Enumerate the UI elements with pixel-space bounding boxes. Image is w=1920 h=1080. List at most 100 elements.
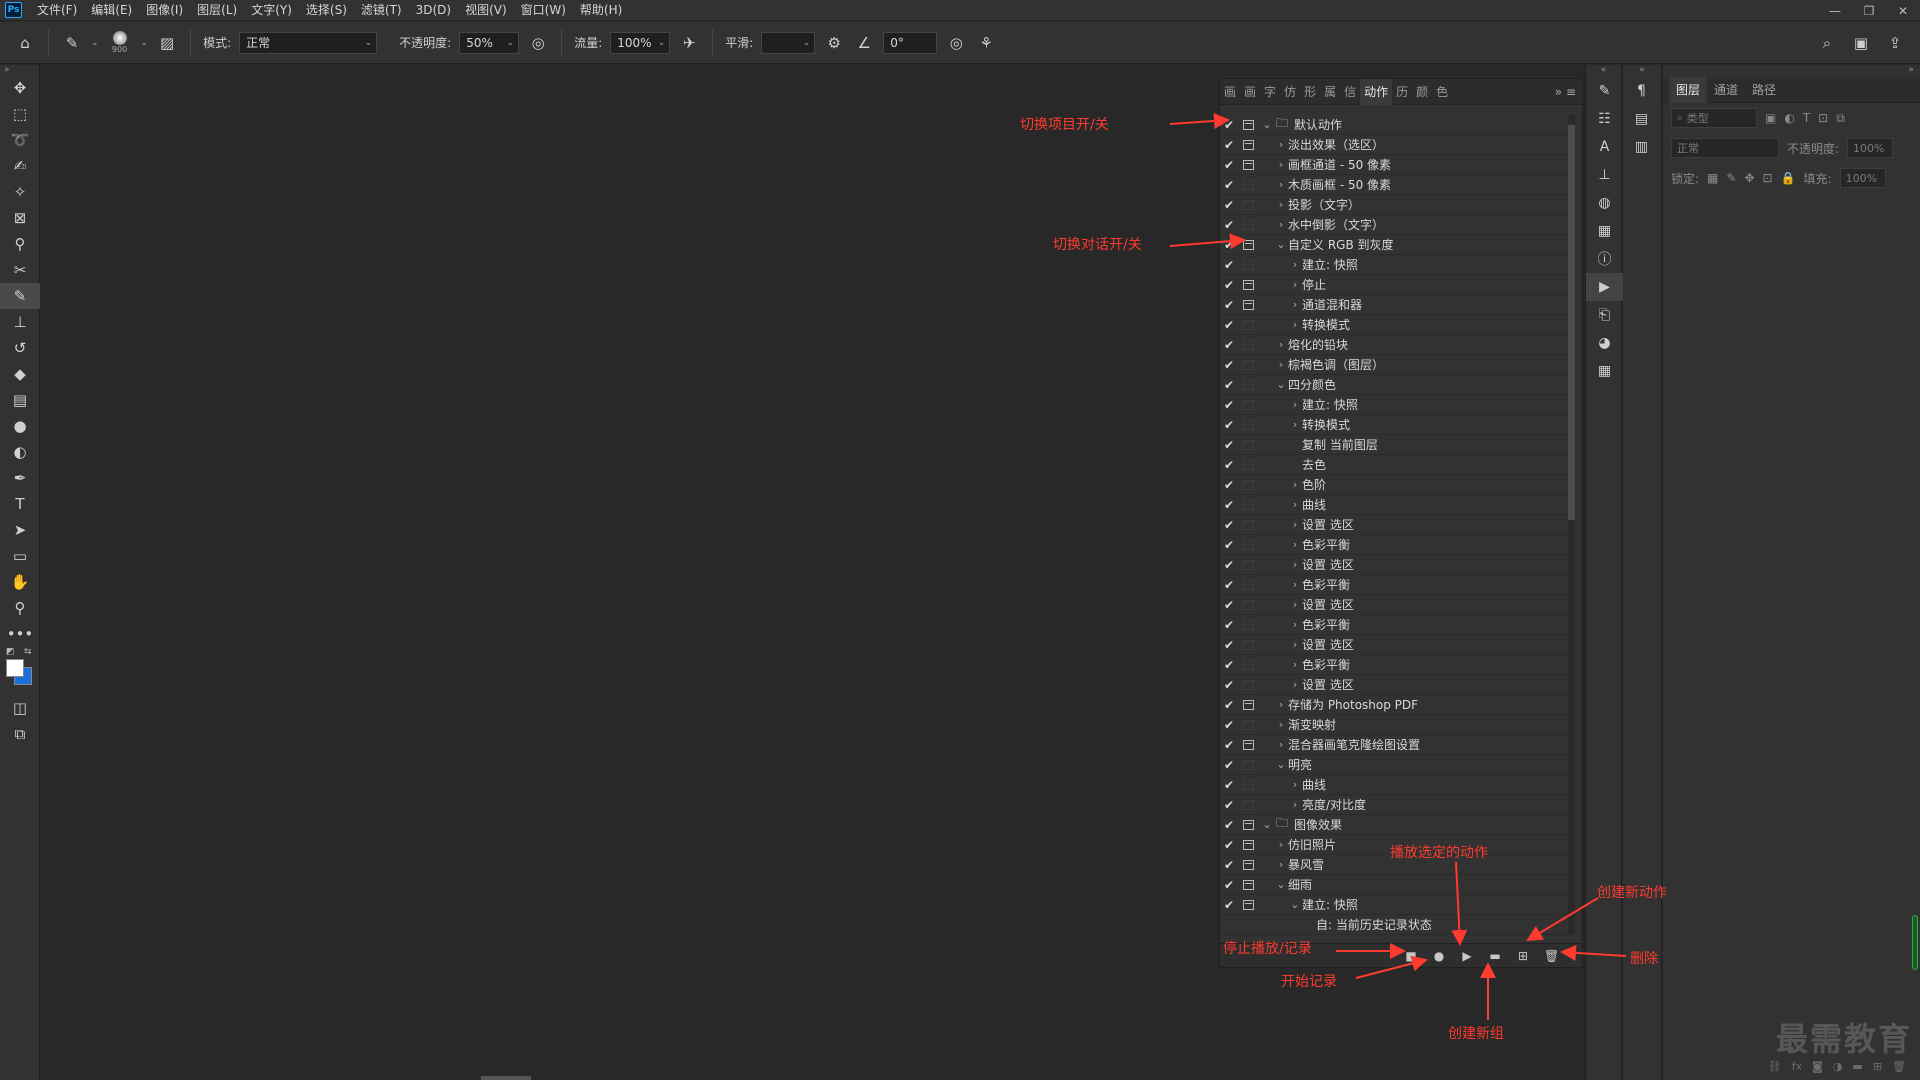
panel-tab-9[interactable]: 颜 xyxy=(1412,79,1432,105)
character-panel-icon[interactable]: A xyxy=(1586,133,1623,161)
toggle-dialog-checkbox[interactable] xyxy=(1238,199,1258,210)
panel-tab-4[interactable]: 形 xyxy=(1300,79,1320,105)
menu-item-2[interactable]: 图像(I) xyxy=(139,0,190,21)
action-row[interactable]: ✔ ⌄ 细雨 xyxy=(1220,875,1570,895)
chevron-right-icon[interactable]: › xyxy=(1288,638,1302,651)
chevron-right-icon[interactable]: › xyxy=(1288,618,1302,631)
new-group-icon[interactable]: ▬ xyxy=(1852,1060,1862,1073)
toggle-item-checkbox[interactable]: ✔ xyxy=(1220,818,1238,832)
action-row[interactable]: ✔ › 色彩平衡 xyxy=(1220,615,1570,635)
toggle-item-checkbox[interactable]: ✔ xyxy=(1220,718,1238,732)
panel-tab-7[interactable]: 动作 xyxy=(1360,78,1393,105)
action-row[interactable]: ✔ ⌄ 🗀 图像效果 xyxy=(1220,815,1570,835)
pen-tool-icon[interactable]: ✒ xyxy=(0,465,40,491)
toggle-item-checkbox[interactable]: ✔ xyxy=(1220,698,1238,712)
foreground-color-swatch[interactable] xyxy=(6,659,24,677)
brush-settings-icon[interactable]: ▨ xyxy=(156,32,178,54)
quick-mask-icon[interactable]: ◫ xyxy=(0,695,40,721)
chevron-right-icon[interactable]: › xyxy=(1288,318,1302,331)
path-select-tool-icon[interactable]: ➤ xyxy=(0,517,40,543)
chevron-right-icon[interactable]: › xyxy=(1274,858,1288,871)
notes-panel-icon[interactable]: ▥ xyxy=(1623,133,1660,161)
toggle-item-checkbox[interactable]: ✔ xyxy=(1220,538,1238,552)
menu-item-0[interactable]: 文件(F) xyxy=(30,0,84,21)
toggle-dialog-checkbox[interactable] xyxy=(1238,459,1258,470)
chevron-right-icon[interactable]: › xyxy=(1288,398,1302,411)
hand-tool-icon[interactable]: ✋ xyxy=(0,569,40,595)
toggle-item-checkbox[interactable]: ✔ xyxy=(1220,618,1238,632)
toggle-item-checkbox[interactable]: ✔ xyxy=(1220,138,1238,152)
toggle-dialog-checkbox[interactable] xyxy=(1238,699,1258,710)
toggle-item-checkbox[interactable]: ✔ xyxy=(1220,498,1238,512)
toggle-item-checkbox[interactable]: ✔ xyxy=(1220,318,1238,332)
toggle-dialog-checkbox[interactable] xyxy=(1238,119,1258,130)
toggle-item-checkbox[interactable]: ✔ xyxy=(1220,298,1238,312)
chevron-down-icon[interactable]: ⌄ xyxy=(1274,878,1288,891)
toggle-item-checkbox[interactable]: ✔ xyxy=(1220,678,1238,692)
blur-tool-icon[interactable]: ● xyxy=(0,413,40,439)
shape-panel-icon[interactable]: ◍ xyxy=(1586,189,1623,217)
toggle-dialog-checkbox[interactable] xyxy=(1238,579,1258,590)
chevron-down-icon[interactable]: ⌄ xyxy=(1274,378,1288,391)
workspace-icon[interactable]: ▣ xyxy=(1850,32,1872,54)
toggle-item-checkbox[interactable]: ✔ xyxy=(1220,378,1238,392)
toggle-item-checkbox[interactable]: ✔ xyxy=(1220,878,1238,892)
action-row[interactable]: ✔ › 水中倒影（文字） xyxy=(1220,215,1570,235)
menu-item-10[interactable]: 帮助(H) xyxy=(573,0,629,21)
toggle-dialog-checkbox[interactable] xyxy=(1238,619,1258,630)
action-row[interactable]: ✔ › 投影（文字） xyxy=(1220,195,1570,215)
create-action-button[interactable]: ⊞ xyxy=(1516,949,1530,963)
filter-shape-icon[interactable]: ⊡ xyxy=(1818,111,1828,125)
zoom-tool-icon[interactable]: ⚲ xyxy=(0,595,40,621)
gradient-tool-icon[interactable]: ▤ xyxy=(0,387,40,413)
gear-icon[interactable]: ⚙ xyxy=(823,32,845,54)
action-row[interactable]: ✔ 复制 当前图层 xyxy=(1220,435,1570,455)
menu-item-9[interactable]: 窗口(W) xyxy=(514,0,573,21)
toggle-item-checkbox[interactable]: ✔ xyxy=(1220,338,1238,352)
action-row[interactable]: ✔ ⌄ 四分颜色 xyxy=(1220,375,1570,395)
swatches-panel-icon[interactable]: ▦ xyxy=(1586,357,1623,385)
panel-tab-3[interactable]: 仿 xyxy=(1280,79,1300,105)
pressure-size-icon[interactable]: ◎ xyxy=(945,32,967,54)
action-row[interactable]: ✔ ⌄ 明亮 xyxy=(1220,755,1570,775)
info-panel-icon[interactable]: ⓘ xyxy=(1586,245,1623,273)
toggle-dialog-checkbox[interactable] xyxy=(1238,379,1258,390)
toggle-dialog-checkbox[interactable] xyxy=(1238,859,1258,870)
brush-size-picker[interactable]: 900 xyxy=(107,28,133,58)
history-brush-tool-icon[interactable]: ↺ xyxy=(0,335,40,361)
panel-menu-icon[interactable]: » ≡ xyxy=(1549,85,1582,99)
move-tool-icon[interactable]: ✥ xyxy=(0,75,40,101)
action-row[interactable]: ✔ › 亮度/对比度 xyxy=(1220,795,1570,815)
chevron-right-icon[interactable]: › xyxy=(1274,178,1288,191)
layer-filter-select[interactable]: ⌕ 类型 xyxy=(1671,108,1757,128)
action-row[interactable]: ✔ › 熔化的铅块 xyxy=(1220,335,1570,355)
chevron-right-icon[interactable]: › xyxy=(1288,278,1302,291)
action-row[interactable]: ✔ › 渐变映射 xyxy=(1220,715,1570,735)
toggle-item-checkbox[interactable]: ✔ xyxy=(1220,518,1238,532)
airbrush-icon[interactable]: ✈ xyxy=(678,32,700,54)
toggle-item-checkbox[interactable]: ✔ xyxy=(1220,118,1238,132)
lock-artboard-icon[interactable]: ⊡ xyxy=(1763,171,1773,185)
action-row[interactable]: ✔ › 通道混和器 xyxy=(1220,295,1570,315)
menu-item-4[interactable]: 文字(Y) xyxy=(244,0,299,21)
toggle-dialog-checkbox[interactable] xyxy=(1238,539,1258,550)
collapse-strip-icon[interactable]: « xyxy=(1623,65,1661,77)
toggle-dialog-checkbox[interactable] xyxy=(1238,499,1258,510)
scrollbar-thumb[interactable] xyxy=(1568,125,1575,520)
chevron-right-icon[interactable]: › xyxy=(1288,798,1302,811)
clone-stamp-tool-icon[interactable]: ⊥ xyxy=(0,309,40,335)
toggle-dialog-checkbox[interactable] xyxy=(1238,419,1258,430)
action-row[interactable]: ✔ › 色阶 xyxy=(1220,475,1570,495)
chevron-right-icon[interactable]: › xyxy=(1288,658,1302,671)
menu-item-1[interactable]: 编辑(E) xyxy=(84,0,139,21)
action-row[interactable]: ✔ › 混合器画笔克隆绘图设置 xyxy=(1220,735,1570,755)
history-panel-icon[interactable]: ⎗ xyxy=(1586,301,1623,329)
panel-tab-8[interactable]: 历 xyxy=(1392,79,1412,105)
chevron-right-icon[interactable]: › xyxy=(1274,218,1288,231)
chevron-right-icon[interactable]: › xyxy=(1274,738,1288,751)
link-layers-icon[interactable]: ⛓ xyxy=(1768,1060,1782,1073)
chevron-down-icon[interactable]: ⌄ xyxy=(1274,238,1288,251)
chevron-down-icon[interactable]: ⌄ xyxy=(1260,118,1274,131)
toggle-dialog-checkbox[interactable] xyxy=(1238,779,1258,790)
magic-wand-tool-icon[interactable]: ✧ xyxy=(0,179,40,205)
